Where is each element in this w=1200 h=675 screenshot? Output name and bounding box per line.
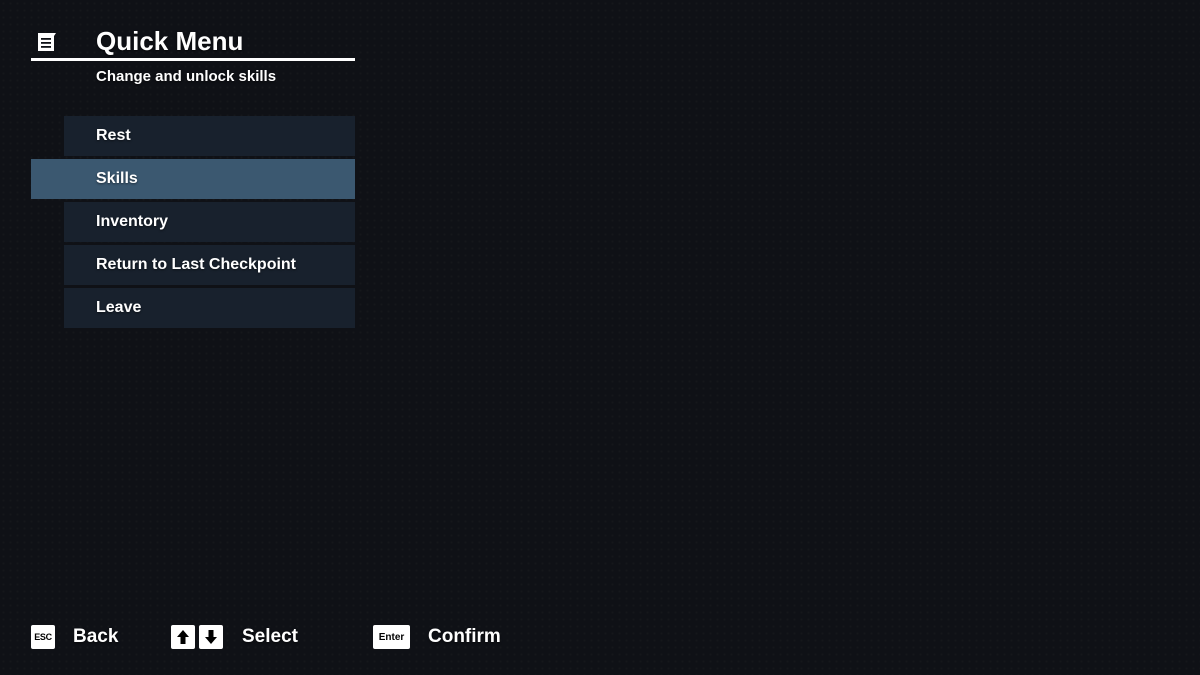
arrow-down-icon [199, 625, 223, 649]
menu-item-return-to-checkpoint[interactable]: Return to Last Checkpoint [64, 245, 355, 285]
confirm-label: Confirm [428, 626, 501, 647]
menu-item-skills[interactable]: Skills [31, 159, 355, 199]
menu-item-label: Leave [96, 299, 142, 316]
menu-item-label: Skills [96, 170, 138, 187]
arrow-up-icon [171, 625, 195, 649]
enter-key-icon: Enter [373, 625, 410, 649]
menu-item-leave[interactable]: Leave [64, 288, 355, 328]
title-divider [31, 58, 355, 61]
select-label: Select [242, 626, 298, 647]
menu-item-label: Return to Last Checkpoint [96, 256, 297, 273]
back-hint[interactable]: ESC Back [31, 624, 118, 650]
menu-item-label: Rest [96, 127, 131, 144]
control-hints: ESC Back Select Enter Confirm [31, 624, 631, 650]
menu-item-rest[interactable]: Rest [64, 116, 355, 156]
menu-item-inventory[interactable]: Inventory [64, 202, 355, 242]
menu-item-label: Inventory [96, 213, 169, 230]
select-hint[interactable]: Select [171, 624, 298, 650]
menu-description: Change and unlock skills [96, 68, 277, 85]
confirm-hint[interactable]: Enter Confirm [373, 624, 501, 650]
scroll-menu-icon [38, 33, 56, 51]
back-label: Back [73, 626, 119, 647]
esc-key-icon: ESC [31, 625, 55, 649]
quick-menu-list: Rest Skills Inventory Return to Last Che… [31, 116, 355, 331]
page-title: Quick Menu [96, 26, 244, 56]
